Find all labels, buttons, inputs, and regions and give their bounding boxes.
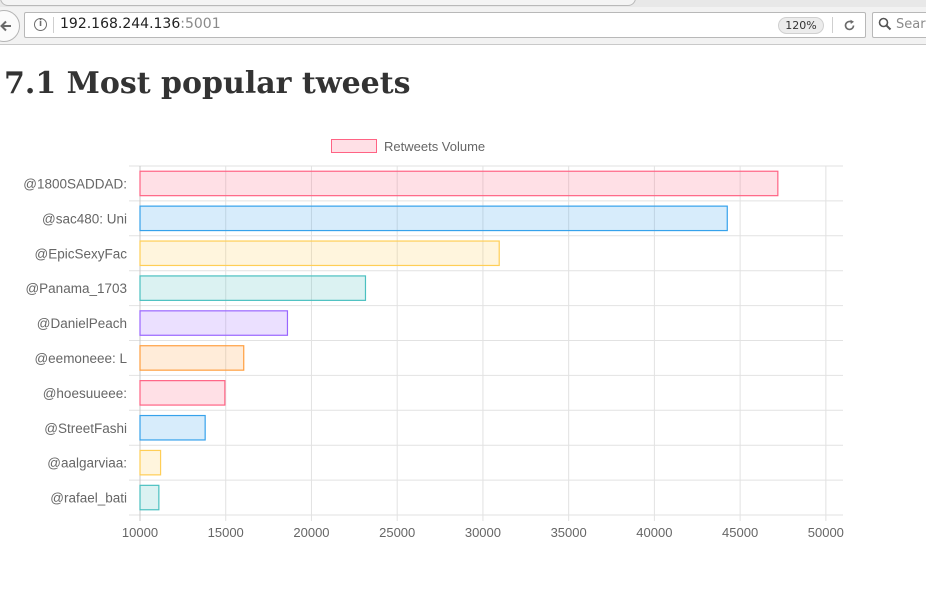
y-category-label: @eemoneee: L: [34, 351, 127, 366]
bar: [139, 275, 367, 301]
x-tick-label: 10000: [122, 525, 158, 540]
info-icon[interactable]: i: [34, 18, 47, 31]
bar: [139, 240, 500, 267]
back-arrow-icon: [0, 20, 11, 32]
zoom-level-badge[interactable]: 120%: [778, 17, 824, 34]
url-port: :5001: [180, 16, 221, 32]
x-tick-label: 20000: [293, 525, 329, 540]
url-divider: [53, 17, 54, 33]
bar: [139, 484, 160, 511]
y-category-label: @aalgarviaa:: [47, 456, 127, 471]
reload-icon: [844, 19, 854, 30]
x-tick-label: 50000: [808, 525, 844, 540]
x-tick-label: 30000: [465, 525, 501, 540]
y-category-label: @DanielPeach: [37, 316, 127, 331]
url-divider-right: [832, 17, 833, 33]
legend-label: Retweets Volume: [384, 138, 486, 154]
y-category-label: @1800SADDAD:: [23, 176, 127, 191]
search-icon: [878, 17, 892, 31]
address-bar[interactable]: i 192.168.244.136:5001 120%: [24, 12, 866, 38]
x-tick-label: 25000: [379, 525, 415, 540]
legend-swatch: [331, 139, 377, 153]
navigation-toolbar: i 192.168.244.136:5001 120% Search: [0, 7, 926, 45]
y-category-label: @Panama_1703: [25, 281, 127, 296]
y-category-label: @rafael_bati: [50, 491, 127, 506]
bar: [139, 380, 226, 406]
page-title: 7.1 Most popular tweets: [4, 66, 411, 101]
x-tick-label: 40000: [636, 525, 672, 540]
y-category-label: @StreetFashi: [44, 421, 127, 436]
search-bar[interactable]: Search: [872, 12, 926, 38]
x-tick-label: 15000: [208, 525, 244, 540]
url-host: 192.168.244.136: [60, 16, 181, 32]
x-tick-label: 45000: [722, 525, 758, 540]
url-text[interactable]: 192.168.244.136:5001: [60, 16, 221, 32]
bar: [139, 414, 206, 441]
search-placeholder: Search: [896, 17, 926, 32]
bar: [139, 310, 289, 336]
active-tab[interactable]: [0, 0, 636, 6]
tab-strip: [0, 0, 926, 7]
x-tick-label: 35000: [551, 525, 587, 540]
y-category-label: @hoesuueee:: [43, 386, 127, 401]
chart-legend[interactable]: Retweets Volume: [331, 137, 485, 155]
bar: [139, 170, 779, 197]
bar-chart: 10000 15000 20000 25000 30000 35000 40000 45000…: [23, 165, 844, 540]
bar: [139, 205, 728, 232]
y-category-label: @EpicSexyFac: [35, 246, 128, 261]
reload-button[interactable]: [837, 16, 861, 34]
bar: [139, 345, 245, 371]
bar: [139, 449, 162, 476]
y-category-label: @sac480: Uni: [42, 211, 127, 226]
back-button[interactable]: [0, 10, 20, 42]
